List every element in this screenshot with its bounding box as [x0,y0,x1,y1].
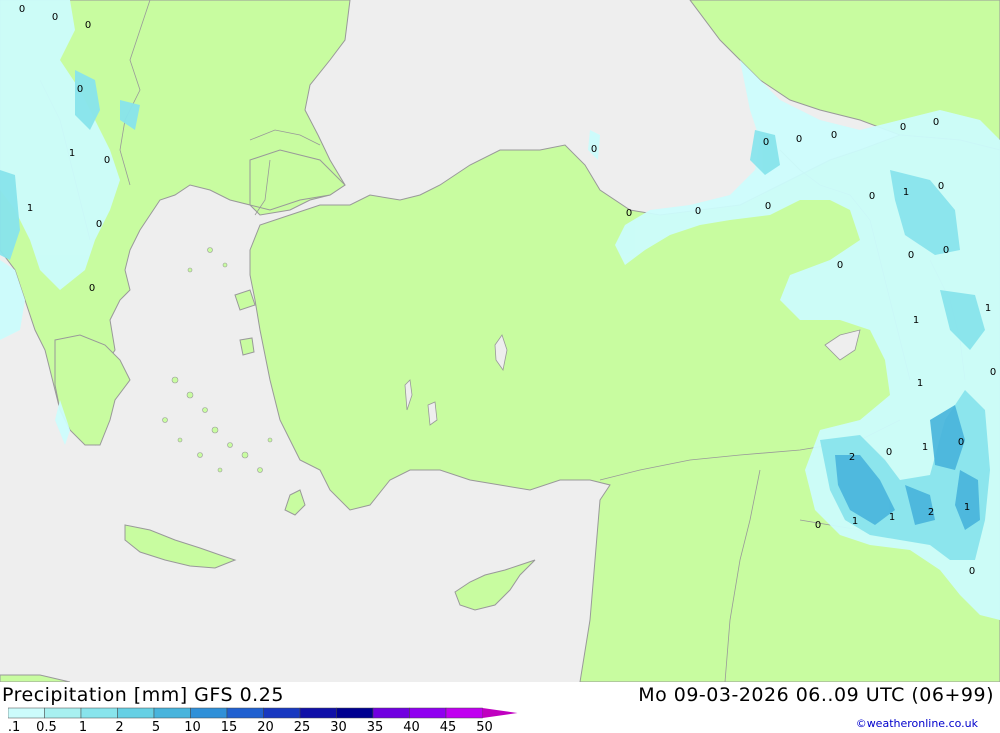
map-label: 0 [19,4,25,15]
map-label: 1 [27,203,33,214]
map-label: 0 [52,12,58,23]
legend-tick-label: 45 [440,720,457,732]
map-label: 0 [591,144,597,155]
legend-swatch [8,707,45,719]
map-label: 0 [886,447,892,458]
legend-tick-label: 50 [476,720,493,732]
map-label: 0 [89,283,95,294]
legend-swatch [299,707,337,719]
map-label: 1 [69,148,75,159]
map-label: 0 [796,134,802,145]
map-label: 0 [815,520,821,531]
legend-tick-label: 0.5 [36,720,57,732]
legend-swatch [44,707,82,719]
legend-swatch [80,707,118,719]
map-label: 0 [763,137,769,148]
map-label: 1 [852,516,858,527]
legend-tick-label: 0.1 [8,720,20,732]
legend-tick-label: 40 [403,720,420,732]
map-label: 0 [831,130,837,141]
map-label: 0 [626,208,632,219]
legend-swatch [117,707,155,719]
legend-swatch [190,707,228,719]
legend-swatch [226,707,264,719]
legend-swatch [336,707,374,719]
legend-swatch [153,707,191,719]
map-label: 1 [889,512,895,523]
legend-overflow-arrow [482,708,518,718]
legend-tick-label: 25 [294,720,311,732]
map-label: 1 [903,187,909,198]
map-label: 0 [933,117,939,128]
map-label: 2 [849,452,855,463]
precipitation-map: 0 0 0 0 1 0 1 0 0 0 0 0 0 0 0 0 0 0 1 0 … [0,0,1000,682]
legend-tick-label: 5 [152,720,160,732]
map-label: 1 [922,442,928,453]
map-label: 0 [969,566,975,577]
map-label: 0 [765,201,771,212]
legend-tick-label: 10 [184,720,201,732]
map-label: 0 [695,206,701,217]
legend-tick-label: 1 [79,720,87,732]
map-label: 0 [96,219,102,230]
map-label: 0 [908,250,914,261]
legend-swatch [445,707,483,719]
legend-tick-label: 15 [221,720,238,732]
map-label: 0 [85,20,91,31]
legend-tick-label: 20 [257,720,274,732]
map-label: 0 [990,367,996,378]
map-footer: Precipitation [mm] GFS 0.25 Mo 09-03-202… [0,682,1000,733]
map-label: 1 [913,315,919,326]
forecast-timestamp: Mo 09-03-2026 06..09 UTC (06+99) [638,684,994,706]
legend-swatch [409,707,447,719]
map-label: 1 [985,303,991,314]
legend-tick-label: 35 [367,720,384,732]
legend-tick-label: 30 [330,720,347,732]
map-label: 0 [869,191,875,202]
map-label: 0 [938,181,944,192]
credit-link[interactable]: ©weatheronline.co.uk [856,717,978,730]
color-legend: 0.10.5125101520253035404550 [8,707,518,732]
map-label: 0 [837,260,843,271]
legend-ticks: 0.10.5125101520253035404550 [8,720,493,732]
map-label: 1 [964,502,970,513]
map-label: 0 [958,437,964,448]
map-label: 0 [104,155,110,166]
legend-swatch [263,707,301,719]
map-label: 1 [917,378,923,389]
map-label: 0 [900,122,906,133]
legend-swatch [372,707,410,719]
legend-swatches [8,707,518,719]
map-label: 0 [77,84,83,95]
map-label: 2 [928,507,934,518]
map-label: 0 [943,245,949,256]
legend-tick-label: 2 [115,720,123,732]
land-chios [239,337,255,356]
map-title: Precipitation [mm] GFS 0.25 [2,684,284,706]
